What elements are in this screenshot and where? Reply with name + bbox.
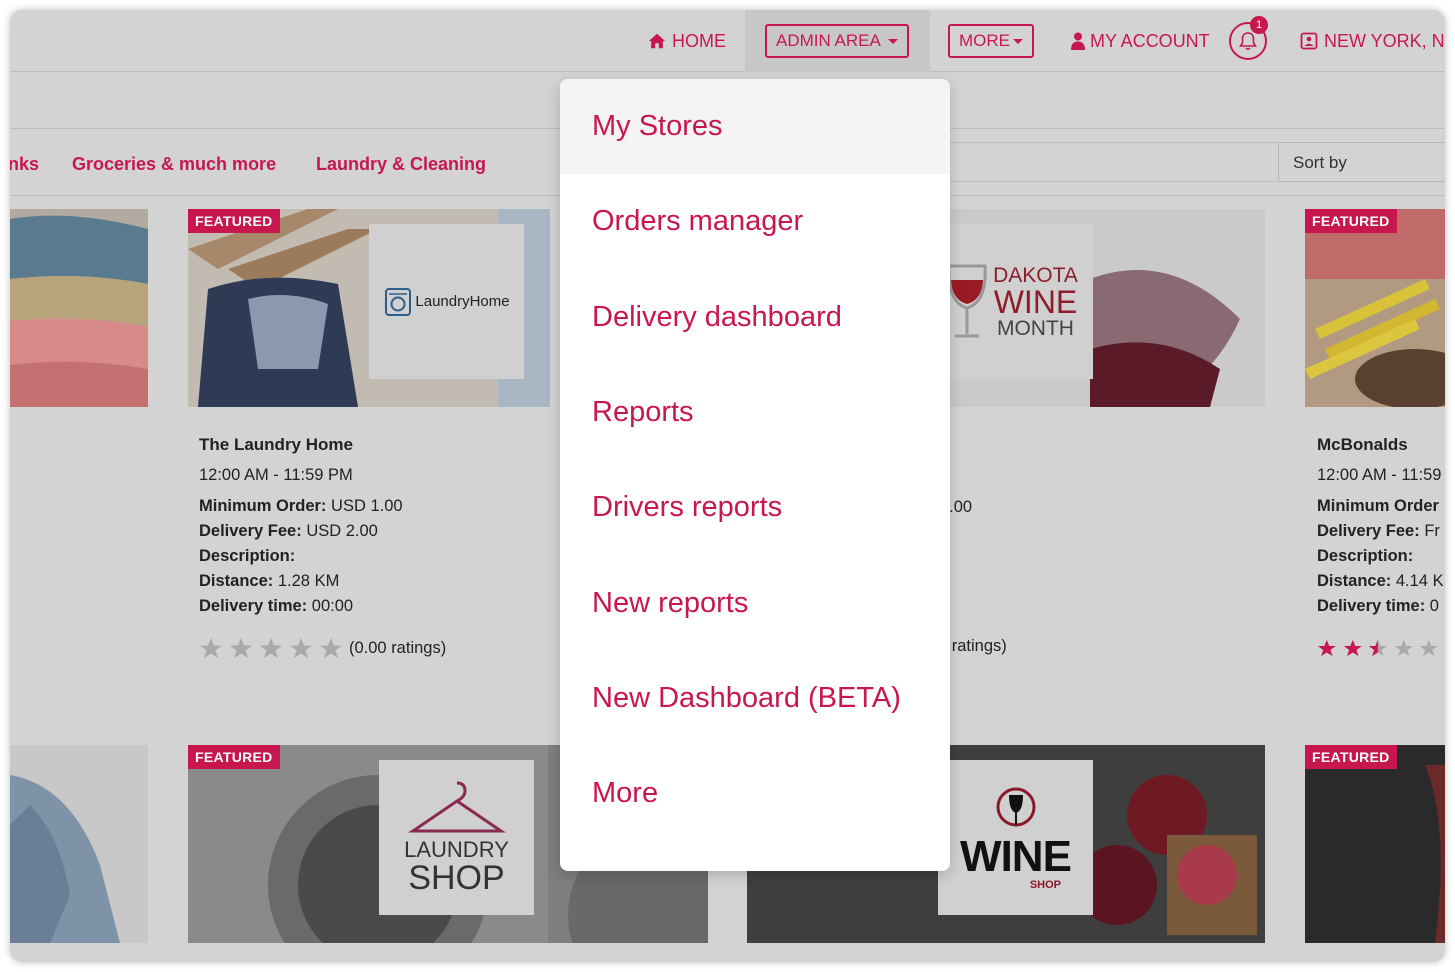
menu-item-drivers-reports[interactable]: Drivers reports <box>560 460 950 555</box>
hanger-icon <box>407 781 506 833</box>
search-field[interactable] <box>938 142 1278 182</box>
delivery-fee-row: Delivery Fee: Fr <box>1317 522 1440 540</box>
delivery-time-row: Delivery time: 00:00 <box>199 597 354 615</box>
store-info-mcbonalds: McBonalds 12:00 AM - 11:59 Minimum Order… <box>1317 432 1445 619</box>
menu-item-new-reports[interactable]: New reports <box>560 555 950 650</box>
sort-select[interactable]: Sort by <box>1278 142 1445 182</box>
washing-machine-icon <box>385 287 412 316</box>
nav-location[interactable]: NEW YORK, N <box>1300 10 1445 72</box>
logo-text: LaundryHome <box>415 293 510 310</box>
wine-glass-icon <box>996 787 1035 826</box>
nav-more[interactable]: MORE <box>948 10 1034 72</box>
rating-mcbonalds <box>1317 637 1445 659</box>
star-empty-icon <box>260 638 282 658</box>
bell-icon <box>1239 32 1257 51</box>
ratings-count: (0.00 ratings) <box>349 638 447 657</box>
distance-row: Distance: 1.28 KM <box>199 572 340 590</box>
star-empty-icon <box>320 638 342 658</box>
store-info-wine: 2.00 0 <box>940 495 1040 545</box>
delivery-time-row: Delivery time: 0 <box>1317 597 1439 615</box>
nav-location-label: NEW YORK, N <box>1324 30 1445 51</box>
nav-home-label: HOME <box>672 30 726 51</box>
user-icon <box>1071 32 1085 50</box>
star-empty-icon <box>1394 639 1413 657</box>
fries-image <box>1305 209 1445 407</box>
star-empty-icon <box>290 638 312 658</box>
store-hours: 12:00 AM - 11:59 <box>1317 466 1442 484</box>
menu-item-reports[interactable]: Reports <box>560 365 950 460</box>
admin-area-dropdown: My Stores Orders manager Delivery dashbo… <box>560 79 950 871</box>
star-empty-icon <box>1420 639 1439 657</box>
sort-label: Sort by <box>1293 153 1347 172</box>
store-image-clothes[interactable] <box>10 209 148 407</box>
folded-clothes-image <box>10 209 148 407</box>
logo-line-2: SHOP <box>1029 878 1061 891</box>
store-name[interactable]: The Laundry Home <box>199 432 539 457</box>
dark-wine-image <box>1305 745 1445 943</box>
store-logo-dakota-wine: DAKOTA WINE MONTH <box>940 224 1093 379</box>
nav-admin-area[interactable]: ADMIN AREA <box>765 10 909 72</box>
delivery-fee-row: Delivery Fee: USD 2.00 <box>199 522 378 540</box>
store-logo-laundry-shop: LAUNDRY SHOP <box>379 760 534 915</box>
store-image-wine[interactable]: DAKOTA WINE MONTH <box>940 209 1265 407</box>
app-window: HOME ADMIN AREA MORE MY ACCOUNT 1 NEW YO… <box>10 10 1445 962</box>
category-laundry[interactable]: Laundry & Cleaning <box>316 154 486 175</box>
rating-laundry-home: (0.00 ratings) <box>199 637 446 659</box>
menu-item-new-dashboard-beta[interactable]: New Dashboard (BETA) <box>560 651 950 746</box>
logo-line-1: WINE <box>960 831 1072 881</box>
store-image-laundry-home[interactable]: FEATURED LaundryHome <box>188 209 550 407</box>
nav-home[interactable]: HOME <box>648 10 726 72</box>
top-nav: HOME ADMIN AREA MORE MY ACCOUNT 1 NEW YO… <box>10 10 1445 72</box>
featured-badge: FEATURED <box>1305 209 1397 233</box>
star-empty-icon <box>200 638 222 658</box>
logo-line-3: MONTH <box>996 316 1074 340</box>
description-row: Description: <box>1317 547 1414 565</box>
logo-line-2: SHOP <box>408 858 505 897</box>
delivery-fee-value: 0 <box>940 520 1040 545</box>
star-half-icon <box>1369 639 1387 657</box>
category-groceries[interactable]: Groceries & much more <box>72 154 276 175</box>
menu-item-my-stores[interactable]: My Stores <box>560 79 950 175</box>
nav-admin-area-label: ADMIN AREA <box>776 31 881 50</box>
description-row: Description: <box>199 547 296 565</box>
store-name[interactable]: McBonalds <box>1317 432 1445 457</box>
store-info-laundry-home: The Laundry Home 12:00 AM - 11:59 PM Min… <box>199 432 539 619</box>
featured-badge: FEATURED <box>1305 745 1397 769</box>
menu-item-orders-manager[interactable]: Orders manager <box>560 174 950 269</box>
star-filled-icon <box>1317 639 1336 657</box>
menu-item-more[interactable]: More <box>560 746 950 841</box>
home-icon <box>648 33 666 49</box>
notification-badge: 1 <box>1250 16 1268 34</box>
featured-badge: FEATURED <box>188 209 280 233</box>
star-filled-icon <box>1343 639 1362 657</box>
min-order-row: Minimum Order: USD 1.00 <box>199 497 403 515</box>
category-drinks[interactable]: nks <box>10 154 39 175</box>
nav-my-account[interactable]: MY ACCOUNT <box>1071 10 1210 72</box>
nav-more-label: MORE <box>959 31 1010 50</box>
min-order-row: Minimum Order <box>1317 497 1439 515</box>
logo-line-1: LAUNDRY <box>404 836 509 862</box>
store-image-denim[interactable] <box>10 745 148 943</box>
wine-glass-icon <box>947 264 987 337</box>
store-hours: 12:00 AM - 11:59 PM <box>199 466 353 484</box>
star-empty-icon <box>230 638 252 658</box>
menu-item-delivery-dashboard[interactable]: Delivery dashboard <box>560 270 950 365</box>
nav-my-account-label: MY ACCOUNT <box>1090 30 1210 51</box>
store-image-mcbonalds[interactable]: FEATURED <box>1305 209 1445 407</box>
caret-down-icon <box>1013 38 1023 44</box>
store-image-dark[interactable]: FEATURED <box>1305 745 1445 943</box>
distance-row: Distance: 4.14 K <box>1317 572 1444 590</box>
logo-line-2: WINE <box>993 283 1078 320</box>
store-logo-wine-shop: WINE SHOP <box>938 760 1093 915</box>
featured-badge: FEATURED <box>188 745 280 769</box>
min-order-value: 2.00 <box>940 498 973 516</box>
store-logo-laundry-home: LaundryHome <box>369 224 524 379</box>
denim-shirt-image <box>10 745 148 943</box>
logo-line-1: DAKOTA <box>993 263 1078 287</box>
location-card-icon <box>1300 32 1318 50</box>
caret-down-icon <box>887 38 898 44</box>
